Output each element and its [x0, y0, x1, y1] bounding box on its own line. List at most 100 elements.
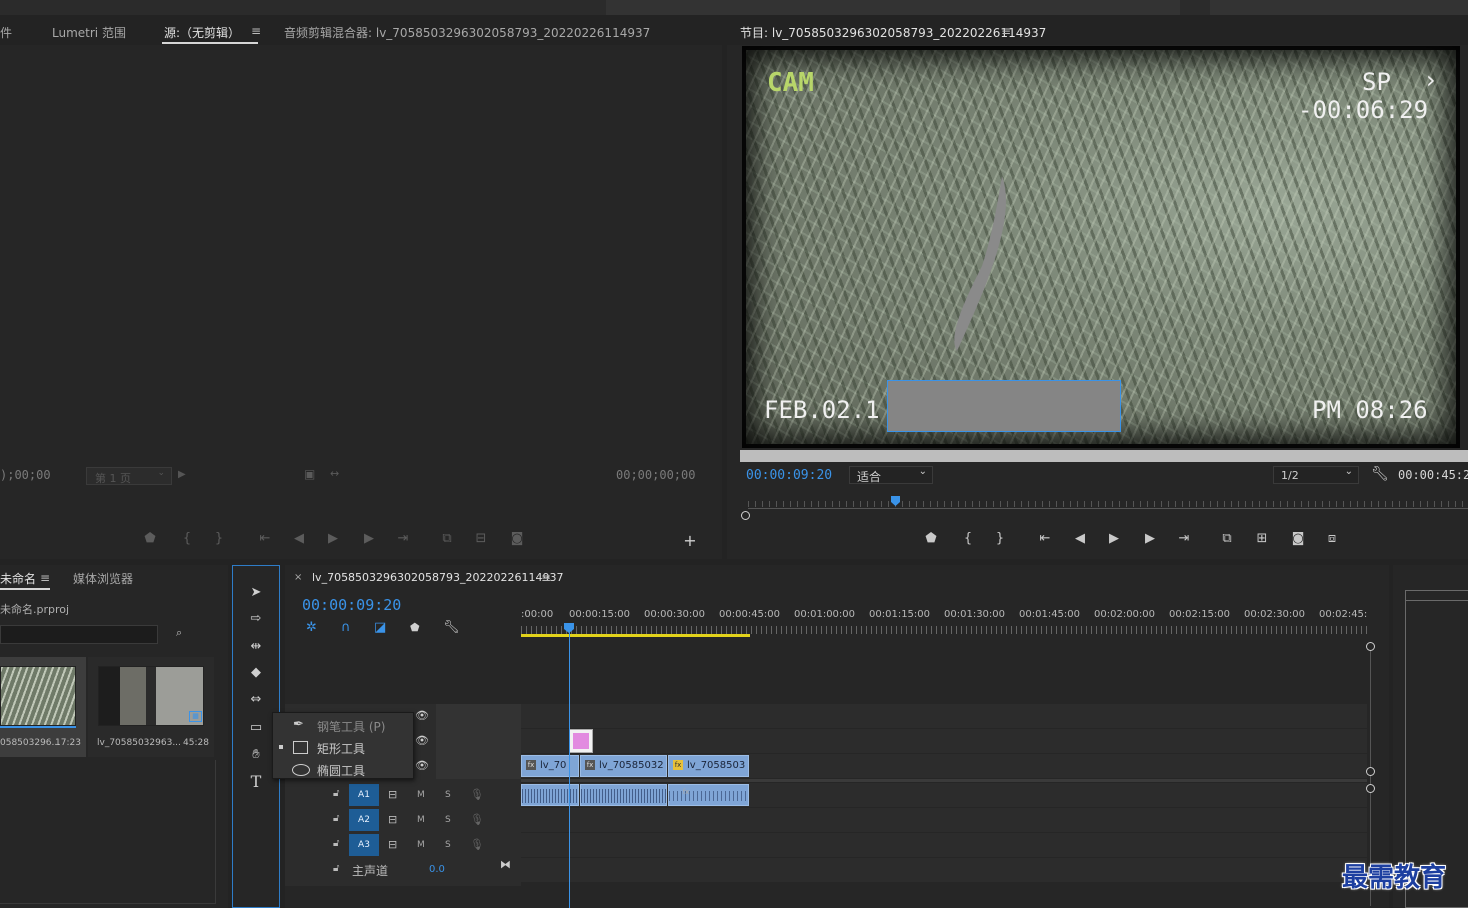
- add-button-icon[interactable]: +: [679, 530, 701, 552]
- go-to-in-icon[interactable]: ⇤: [1034, 528, 1056, 550]
- comparison-view-icon[interactable]: ⧈: [1321, 528, 1343, 550]
- tab-file-partial[interactable]: 件: [0, 24, 12, 41]
- selection-tool-icon[interactable]: ➤: [244, 582, 268, 604]
- go-to-out-icon[interactable]: ⇥: [1173, 528, 1195, 550]
- audio-track-a2[interactable]: [521, 808, 1367, 832]
- flyout-item-ellipse[interactable]: 椭圆工具: [273, 759, 413, 780]
- program-video-frame[interactable]: CAM SP › -00:06:29 FEB.02.1 PM 08:26: [742, 46, 1460, 448]
- source-panel-menu-icon[interactable]: ≡: [251, 24, 261, 38]
- video-clip[interactable]: fx lv_7058503: [668, 755, 749, 777]
- wrench-icon[interactable]: 🔧︎: [443, 620, 460, 635]
- audio-track-label-a3[interactable]: A3: [349, 834, 379, 856]
- project-item-1[interactable]: 058503296... 17:23: [0, 657, 86, 757]
- close-icon[interactable]: ×: [294, 572, 302, 583]
- ripple-edit-tool-icon[interactable]: ⇹: [244, 636, 268, 658]
- step-back-icon[interactable]: ◀: [288, 528, 310, 550]
- extract-icon[interactable]: ⊞: [1251, 528, 1273, 550]
- project-item-2[interactable]: ▦ lv_70585032963... 45:28: [88, 657, 214, 757]
- work-area-bar[interactable]: [521, 634, 750, 637]
- flyout-item-pen[interactable]: ✒︎ 钢笔工具 (P): [273, 715, 413, 736]
- flyout-item-rectangle[interactable]: 矩形工具: [273, 737, 413, 758]
- microphone-icon[interactable]: 🎙︎: [470, 838, 484, 851]
- solo-button[interactable]: S: [445, 840, 451, 850]
- type-tool-icon[interactable]: T: [244, 771, 268, 793]
- program-scrollbar[interactable]: [740, 450, 1468, 462]
- sync-lock-icon[interactable]: ⊟: [388, 813, 397, 826]
- sync-lock-icon[interactable]: ⊟: [388, 788, 397, 801]
- lock-icon[interactable]: 🔓︎: [333, 788, 339, 799]
- master-track-value[interactable]: 0.0: [429, 864, 445, 875]
- wrench-icon[interactable]: 🔧︎: [1371, 466, 1389, 482]
- insert-clip-icon[interactable]: ⧉: [436, 528, 458, 550]
- sync-lock-icon[interactable]: ⊟: [388, 838, 397, 851]
- out-point-icon[interactable]: }: [989, 528, 1011, 550]
- audio-track-label-a1[interactable]: A1: [349, 784, 379, 806]
- program-quality-select[interactable]: 1/2 ⌄: [1273, 466, 1359, 484]
- timeline-current-time[interactable]: 00:00:09:20: [302, 596, 401, 614]
- eye-icon[interactable]: 👁︎: [415, 734, 429, 747]
- in-point-icon[interactable]: {: [176, 528, 198, 550]
- audio-clip[interactable]: fx: [668, 784, 749, 806]
- track-select-tool-icon[interactable]: ⇨: [244, 608, 268, 630]
- lift-icon[interactable]: ⧉: [1216, 528, 1238, 550]
- go-to-out-icon[interactable]: ⇥: [392, 528, 414, 550]
- camera-icon[interactable]: ◙: [506, 528, 528, 550]
- mute-button[interactable]: M: [417, 790, 425, 800]
- timeline-ruler-ticks[interactable]: [521, 626, 1367, 634]
- timeline-menu-icon[interactable]: ≡: [541, 571, 551, 585]
- scroll-handle[interactable]: [1366, 642, 1375, 651]
- tab-audio-clip-mixer[interactable]: 音频剪辑混合器: lv_7058503296302058793_20220226…: [284, 24, 650, 41]
- video-clip[interactable]: fx lv_70585032: [580, 755, 667, 777]
- program-panel-menu-icon[interactable]: ≡: [1001, 24, 1011, 38]
- solo-button[interactable]: S: [445, 790, 451, 800]
- ruler-start-handle[interactable]: [741, 511, 750, 520]
- go-to-in-icon[interactable]: ⇤: [254, 528, 276, 550]
- tab-project[interactable]: 未命名: [0, 570, 36, 587]
- overwrite-clip-icon[interactable]: ⊟: [470, 528, 492, 550]
- video-clip[interactable]: fx lv_70: [521, 755, 579, 777]
- eye-icon[interactable]: 👁︎: [415, 759, 429, 772]
- graphic-clip[interactable]: [569, 729, 593, 753]
- play-right-icon[interactable]: ▶: [178, 469, 186, 480]
- solo-button[interactable]: S: [445, 815, 451, 825]
- scroll-handle[interactable]: [1366, 767, 1375, 776]
- program-mini-ruler[interactable]: [740, 495, 1468, 520]
- step-forward-icon[interactable]: ▶: [358, 528, 380, 550]
- razor-tool-icon[interactable]: ◆: [244, 662, 268, 684]
- timeline-playhead-line[interactable]: [569, 632, 570, 908]
- project-panel-menu-icon[interactable]: ≡: [40, 571, 50, 585]
- video-track-v3[interactable]: [521, 704, 1367, 728]
- microphone-icon[interactable]: 🎙︎: [470, 813, 484, 826]
- eye-icon[interactable]: 👁︎: [415, 709, 429, 722]
- program-current-time[interactable]: 00:00:09:20: [746, 468, 832, 483]
- camera-icon[interactable]: ◙: [1287, 528, 1309, 550]
- rectangle-tool-icon[interactable]: ▭: [244, 717, 268, 739]
- play-icon[interactable]: ▶: [322, 528, 344, 550]
- lock-icon[interactable]: 🔓︎: [333, 838, 339, 849]
- mute-button[interactable]: M: [417, 815, 425, 825]
- marker-icon[interactable]: ⬟: [410, 621, 420, 634]
- microphone-icon[interactable]: 🎙︎: [470, 788, 484, 801]
- program-fit-select[interactable]: 适合 ⌄: [849, 466, 933, 484]
- out-point-icon[interactable]: }: [208, 528, 230, 550]
- source-page-select[interactable]: 第 1 页 ⌄: [86, 467, 172, 485]
- rectangle-graphic[interactable]: [887, 380, 1121, 432]
- marker-icon[interactable]: ⬟: [920, 528, 942, 550]
- in-point-icon[interactable]: {: [957, 528, 979, 550]
- step-back-icon[interactable]: ◀: [1069, 528, 1091, 550]
- project-search-input[interactable]: [0, 625, 158, 644]
- tab-lumetri-scopes[interactable]: Lumetri 范围: [52, 24, 126, 41]
- find-icon[interactable]: ⌕: [176, 626, 182, 640]
- step-forward-icon[interactable]: ▶: [1139, 528, 1161, 550]
- mute-button[interactable]: M: [417, 840, 425, 850]
- master-track[interactable]: [521, 858, 1367, 882]
- audio-clip[interactable]: [521, 784, 579, 806]
- slip-tool-icon[interactable]: ⇔: [244, 689, 268, 711]
- tab-source[interactable]: 源:（无剪辑）: [164, 24, 240, 41]
- scroll-handle[interactable]: [1366, 784, 1375, 793]
- play-icon[interactable]: ▶: [1103, 528, 1125, 550]
- audio-track-label-a2[interactable]: A2: [349, 809, 379, 831]
- export-frame-icon[interactable]: ▣: [304, 467, 315, 481]
- timeline-sequence-tab[interactable]: lv_7058503296302058793_20220226114937: [312, 571, 564, 584]
- lock-icon[interactable]: 🔓︎: [333, 813, 339, 824]
